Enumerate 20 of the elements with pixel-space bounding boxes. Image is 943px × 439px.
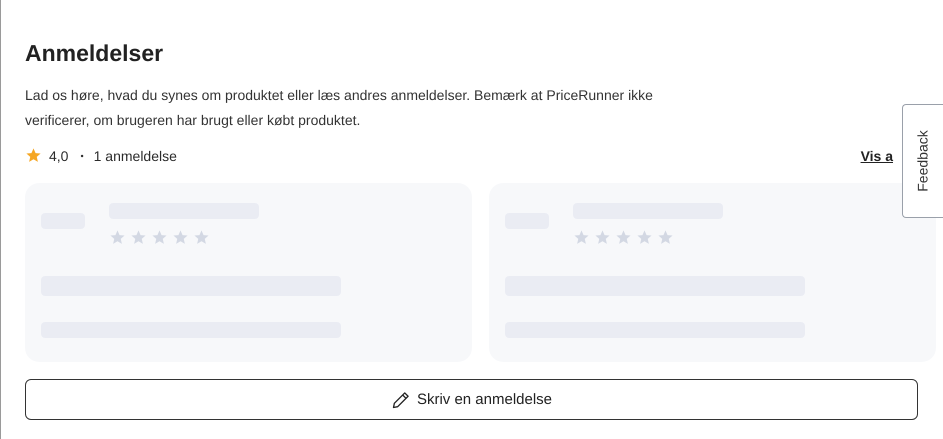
- star-icon: [130, 229, 147, 246]
- pencil-icon: [390, 390, 411, 410]
- description: Lad os høre, hvad du synes om produktet eller læs andres anmeldelser. Bemærk at PriceRunner ikke verificerer, om brugeren har brugt eller købt produktet.: [25, 86, 654, 130]
- star-icon: [615, 229, 632, 246]
- star-icon: [151, 229, 168, 246]
- show-all-link[interactable]: Vis a: [860, 148, 893, 164]
- separator: •: [80, 150, 84, 160]
- write-review-button[interactable]: Skriv en anmeldelse: [25, 379, 918, 420]
- star-icon: [109, 229, 126, 246]
- star-icon: [172, 229, 189, 246]
- star-icon: [636, 229, 653, 246]
- star-icon: [193, 229, 210, 246]
- star-icon: [25, 147, 42, 164]
- star-icon: [573, 229, 590, 246]
- star-icon: [657, 229, 674, 246]
- star-icon: [594, 229, 611, 246]
- review-count: 1 anmeldelse: [94, 148, 177, 164]
- section-title: Anmeldelser: [25, 40, 164, 67]
- rating-score: 4,0: [49, 148, 68, 164]
- feedback-tab[interactable]: Feedback: [902, 104, 943, 218]
